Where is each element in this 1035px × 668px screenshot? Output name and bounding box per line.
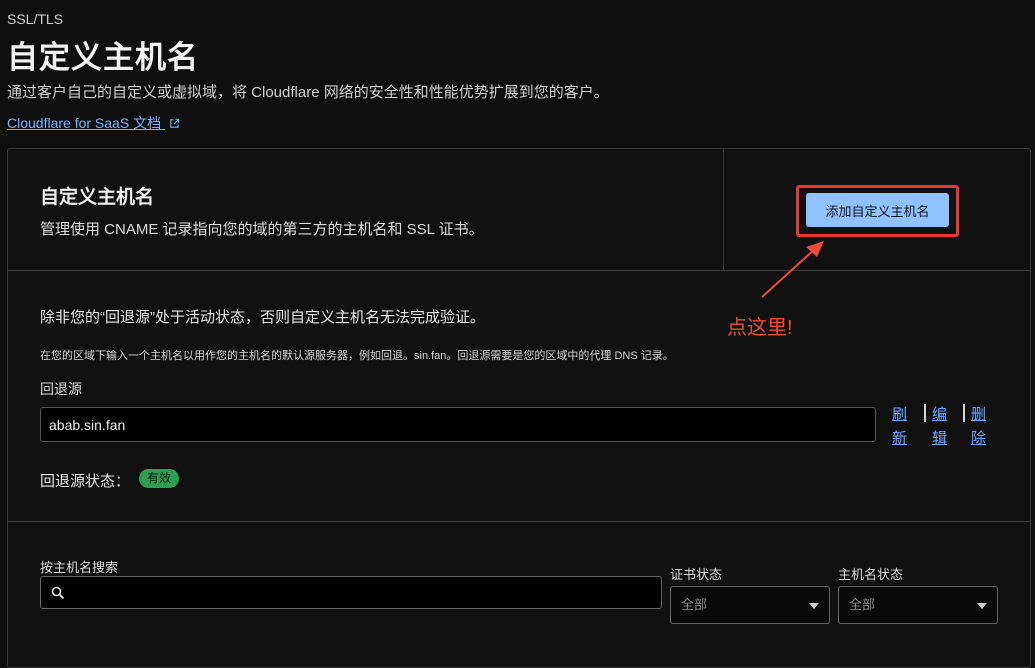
- search-icon: [51, 586, 65, 600]
- refresh-button-line2: 新: [892, 430, 908, 447]
- saas-docs-link[interactable]: Cloudflare for SaaS 文档: [7, 113, 180, 133]
- delete-button-line2: 除: [971, 430, 987, 447]
- chevron-down-icon: [977, 603, 987, 609]
- delete-button[interactable]: 删 除: [971, 403, 991, 451]
- card-header-section: 自定义主机名 管理使用 CNAME 记录指向您的域的第三方的主机名和 SSL 证…: [8, 149, 1030, 271]
- refresh-button-line1: 刷: [892, 406, 908, 423]
- hostname-status-value: 全部: [849, 597, 876, 612]
- action-separator: [924, 404, 926, 422]
- card-header-divider: [723, 149, 724, 271]
- page-description: 通过客户自己的自定义或虚拟域，将 Cloudflare 网络的安全性和性能优势扩…: [7, 84, 609, 101]
- chevron-down-icon: [809, 603, 819, 609]
- fallback-status-label: 回退源状态：: [40, 473, 131, 490]
- edit-button-line1: 编: [932, 406, 948, 423]
- page-title: 自定义主机名: [7, 40, 199, 75]
- saas-docs-link-label: Cloudflare for SaaS 文档: [7, 115, 162, 131]
- fallback-origin-label: 回退源: [40, 381, 82, 397]
- action-separator: [963, 404, 965, 422]
- fallback-origin-input[interactable]: [40, 407, 876, 442]
- section-description: 管理使用 CNAME 记录指向您的域的第三方的主机名和 SSL 证书。: [40, 221, 484, 238]
- fallback-hint: 在您的区域下输入一个主机名以用作您的主机名的默认源服务器，例如回退。sin.fa…: [40, 350, 674, 362]
- external-link-icon: [170, 118, 180, 128]
- breadcrumb: SSL/TLS: [7, 11, 64, 27]
- cert-status-value: 全部: [681, 597, 708, 612]
- edit-button[interactable]: 编 辑: [932, 403, 952, 451]
- hostname-status-select[interactable]: 全部: [838, 586, 998, 624]
- hostname-search-input[interactable]: [40, 576, 662, 609]
- status-badge: 有效: [139, 469, 180, 488]
- cert-status-select[interactable]: 全部: [670, 586, 830, 624]
- section-title: 自定义主机名: [40, 187, 155, 208]
- refresh-button[interactable]: 刷 新: [892, 403, 912, 451]
- annotation-text: 点这里!: [727, 317, 793, 339]
- delete-button-line1: 删: [971, 406, 987, 423]
- hostname-search-label: 按主机名搜索: [40, 560, 119, 575]
- cert-status-label: 证书状态: [670, 567, 723, 582]
- fallback-warning: 除非您的“回退源”处于活动状态，否则自定义主机名无法完成验证。: [40, 309, 485, 326]
- hostname-status-label: 主机名状态: [838, 567, 904, 582]
- edit-button-line2: 辑: [932, 430, 948, 447]
- add-custom-hostname-button[interactable]: 添加自定义主机名: [806, 193, 949, 227]
- section-divider: [8, 521, 1030, 522]
